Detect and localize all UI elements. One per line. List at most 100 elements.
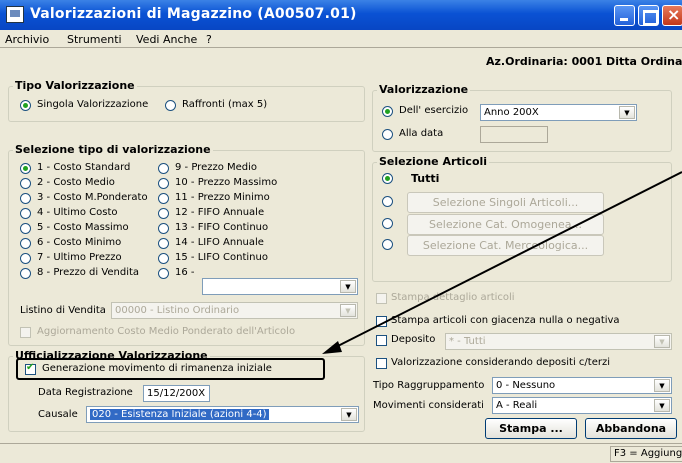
tipo-option-label: 16 - xyxy=(175,267,195,278)
tipo-option-label: 11 - Prezzo Minimo xyxy=(175,192,270,203)
radio-tipo-option[interactable] xyxy=(158,208,169,219)
radio-alla-data[interactable] xyxy=(382,129,393,140)
chevron-down-icon: ▼ xyxy=(654,335,670,348)
radio-tipo-option[interactable] xyxy=(20,178,31,189)
stampa-giacenza-checkbox[interactable] xyxy=(376,316,387,327)
chevron-down-icon: ▼ xyxy=(619,106,635,119)
tipo-option-label: 8 - Prezzo di Vendita xyxy=(37,267,140,278)
label-esercizio: Dell' esercizio xyxy=(399,105,469,116)
menu-vedi-anche[interactable]: Vedi Anche xyxy=(136,33,197,46)
menu-strumenti[interactable]: Strumenti xyxy=(67,33,122,46)
menu-help[interactable]: ? xyxy=(206,33,212,46)
radio-tipo-option[interactable] xyxy=(158,253,169,264)
radio-tipo-option[interactable] xyxy=(158,223,169,234)
deposito-checkbox[interactable] xyxy=(376,335,387,346)
annotation-highlight-box xyxy=(16,358,325,380)
radio-tipo-option[interactable] xyxy=(20,223,31,234)
radio-tipo-option[interactable] xyxy=(20,268,31,279)
maximize-button[interactable] xyxy=(638,5,659,26)
data-registrazione-field[interactable]: 15/12/200X xyxy=(143,385,210,402)
esercizio-value: Anno 200X xyxy=(484,107,539,118)
radio-tipo-option[interactable] xyxy=(20,193,31,204)
title-bar[interactable]: Valorizzazioni di Magazzino (A00507.01) … xyxy=(0,0,682,30)
causale-label: Causale xyxy=(38,409,78,420)
chevron-down-icon: ▼ xyxy=(340,304,356,317)
tipo-option-label: 14 - LIFO Annuale xyxy=(175,237,264,248)
selezione-omogenea-button[interactable]: Selezione Cat. Omogenea... xyxy=(407,214,604,235)
radio-tipo-option[interactable] xyxy=(158,193,169,204)
deposito-label: Deposito xyxy=(391,334,436,345)
movimenti-combo[interactable]: A - Reali ▼ xyxy=(492,397,672,414)
causale-combo[interactable]: 020 - Esistenza Iniziale (azioni 4-4) ▼ xyxy=(86,406,359,423)
radio-tipo-option[interactable] xyxy=(158,178,169,189)
app-icon xyxy=(6,6,24,23)
tipo-option-label: 12 - FIFO Annuale xyxy=(175,207,265,218)
causale-value: 020 - Esistenza Iniziale (azioni 4-4) xyxy=(90,409,269,420)
stampa-dettaglio-checkbox[interactable] xyxy=(376,293,387,304)
listino-value: 00000 - Listino Ordinario xyxy=(115,305,240,316)
radio-tipo-option[interactable] xyxy=(158,163,169,174)
abbandona-button[interactable]: Abbandona xyxy=(585,418,677,439)
data-registrazione-label: Data Registrazione xyxy=(38,387,133,398)
valorizzazione-title: Valorizzazione xyxy=(377,83,471,96)
radio-tipo-option[interactable] xyxy=(158,268,169,279)
aggiornamento-checkbox[interactable] xyxy=(20,327,31,338)
label-tutti: Tutti xyxy=(411,172,440,185)
radio-tipo-option[interactable] xyxy=(158,238,169,249)
aggiornamento-label: Aggiornamento Costo Medio Ponderato dell… xyxy=(37,326,296,337)
raggruppamento-combo[interactable]: 0 - Nessuno ▼ xyxy=(492,377,672,394)
stampa-dettaglio-label: Stampa dettaglio articoli xyxy=(391,292,515,303)
radio-raffronti[interactable] xyxy=(165,100,176,111)
selezione-articoli-title: Selezione Articoli xyxy=(377,155,490,168)
radio-merceologica[interactable] xyxy=(382,239,393,250)
minimize-button[interactable] xyxy=(614,5,635,26)
depositi-terzi-label: Valorizzazione considerando depositi c/t… xyxy=(391,357,610,368)
radio-tipo-option[interactable] xyxy=(20,163,31,174)
radio-tipo-option[interactable] xyxy=(20,208,31,219)
radio-omogenea[interactable] xyxy=(382,218,393,229)
chevron-down-icon: ▼ xyxy=(340,280,356,293)
raggruppamento-label: Tipo Raggruppamento xyxy=(373,380,485,391)
label-singola: Singola Valorizzazione xyxy=(37,99,149,110)
stampa-button[interactable]: Stampa ... xyxy=(485,418,577,439)
radio-singola[interactable] xyxy=(20,100,31,111)
radio-singoli[interactable] xyxy=(382,196,393,207)
depositi-terzi-checkbox[interactable] xyxy=(376,358,387,369)
deposito-value: * - Tutti xyxy=(449,336,486,347)
selezione-merceologica-button[interactable]: Selezione Cat. Merceologica... xyxy=(407,235,604,256)
tipo-option-label: 3 - Costo M.Ponderato xyxy=(37,192,148,203)
application-window: Valorizzazioni di Magazzino (A00507.01) … xyxy=(0,0,682,463)
status-pane: F3 = Aggiungi xyxy=(610,446,682,462)
listino-label: Listino di Vendita xyxy=(20,305,106,316)
menu-bar: Archivio Strumenti Vedi Anche ? xyxy=(0,30,682,48)
tipo-option-label: 5 - Costo Massimo xyxy=(37,222,129,233)
status-bar: F3 = Aggiungi xyxy=(0,443,682,463)
radio-tipo-option[interactable] xyxy=(20,238,31,249)
tipo-option-label: 10 - Prezzo Massimo xyxy=(175,177,278,188)
tipo-option-label: 15 - LIFO Continuo xyxy=(175,252,268,263)
radio-esercizio[interactable] xyxy=(382,106,393,117)
close-button[interactable]: × xyxy=(662,5,682,26)
stampa-giacenza-label: Stampa articoli con giacenza nulla o neg… xyxy=(391,315,620,326)
listino-combo[interactable]: 00000 - Listino Ordinario ▼ xyxy=(111,302,358,319)
raggruppamento-value: 0 - Nessuno xyxy=(496,380,556,391)
radio-tutti[interactable] xyxy=(382,173,393,184)
window-title: Valorizzazioni di Magazzino (A00507.01) xyxy=(30,6,357,22)
radio-tipo-option[interactable] xyxy=(20,253,31,264)
close-icon: × xyxy=(667,5,681,24)
tipo-option-label: 9 - Prezzo Medio xyxy=(175,162,258,173)
deposito-combo[interactable]: * - Tutti ▼ xyxy=(445,333,672,350)
selezione-singoli-button[interactable]: Selezione Singoli Articoli... xyxy=(407,192,604,213)
selezione-tipo-title: Selezione tipo di valorizzazione xyxy=(13,143,213,156)
alla-data-field[interactable] xyxy=(480,126,548,143)
tipo-option-label: 2 - Costo Medio xyxy=(37,177,115,188)
tipo-option-label: 4 - Ultimo Costo xyxy=(37,207,118,218)
tipo-valorizzazione-title: Tipo Valorizzazione xyxy=(13,79,137,92)
menu-archivio[interactable]: Archivio xyxy=(5,33,49,46)
company-label: Az.Ordinaria: 0001 Ditta Ordinaria xyxy=(486,55,682,68)
tipo-option-label: 1 - Costo Standard xyxy=(37,162,131,173)
esercizio-combo[interactable]: Anno 200X ▼ xyxy=(480,104,637,121)
opzione-16-combo[interactable]: ▼ xyxy=(202,278,358,295)
tipo-option-label: 13 - FIFO Continuo xyxy=(175,222,269,233)
chevron-down-icon: ▼ xyxy=(341,408,357,421)
